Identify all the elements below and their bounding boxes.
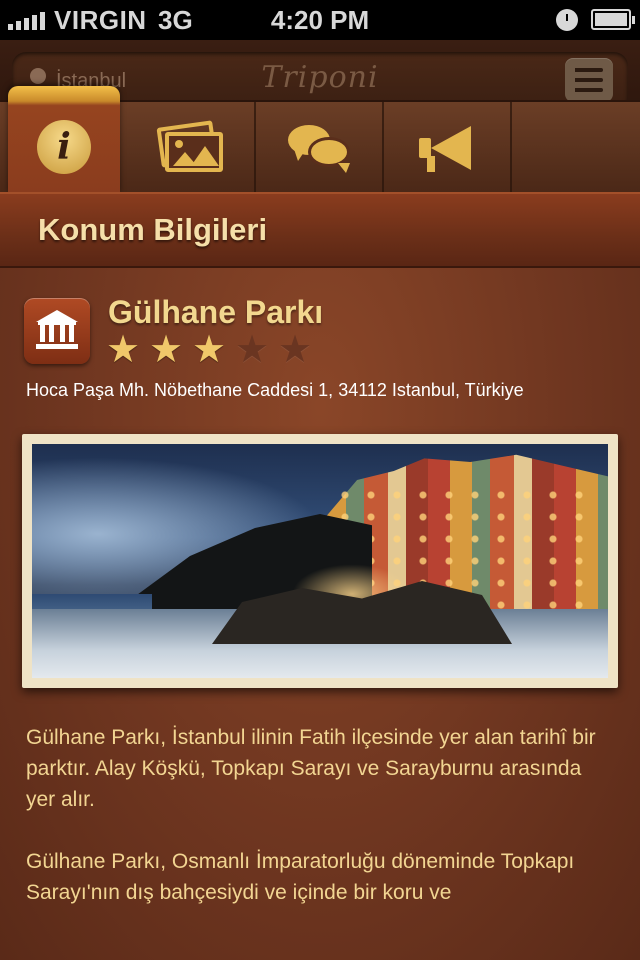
menu-button[interactable] (565, 58, 613, 102)
star-icon: ★ (192, 327, 227, 371)
alarm-clock-icon (556, 9, 578, 31)
info-icon: i (37, 120, 91, 174)
list-menu-icon-row (575, 88, 603, 92)
star-icon: ★ (149, 327, 184, 371)
tab-bar: i (0, 86, 640, 194)
megaphone-icon (419, 124, 475, 172)
star-icon: ★ (278, 327, 313, 371)
tab-announcements[interactable] (384, 102, 512, 194)
tab-empty (512, 102, 640, 194)
description-paragraph: Gülhane Parkı, İstanbul ilinin Fatih ilç… (26, 726, 596, 811)
museum-icon (24, 298, 90, 364)
description-paragraph: Gülhane Parkı, Osmanlı İmparatorluğu dön… (26, 850, 575, 904)
place-address: Hoca Paşa Mh. Nöbethane Caddesi 1, 34112… (26, 380, 524, 400)
battery-icon (591, 9, 635, 30)
place-photo-frame[interactable] (22, 434, 618, 688)
list-menu-icon-row (575, 78, 603, 82)
status-bar: VIRGIN 3G 4:20 PM (0, 0, 640, 40)
star-icon: ★ (235, 327, 270, 371)
place-description: Gülhane Parkı, İstanbul ilinin Fatih ilç… (26, 722, 616, 908)
place-name: Gülhane Parkı (108, 294, 324, 330)
photos-icon (156, 120, 223, 172)
section-title: Konum Bilgileri (38, 212, 268, 247)
star-icon: ★ (106, 327, 141, 371)
tab-info[interactable]: i (8, 86, 120, 194)
tab-comments[interactable] (256, 102, 384, 194)
status-time: 4:20 PM (270, 5, 370, 35)
place-photo[interactable] (32, 444, 608, 678)
list-menu-icon (575, 68, 603, 72)
tab-photos[interactable] (128, 102, 256, 194)
chat-bubbles-icon (288, 125, 350, 173)
section-header: Konum Bilgileri (0, 192, 640, 268)
